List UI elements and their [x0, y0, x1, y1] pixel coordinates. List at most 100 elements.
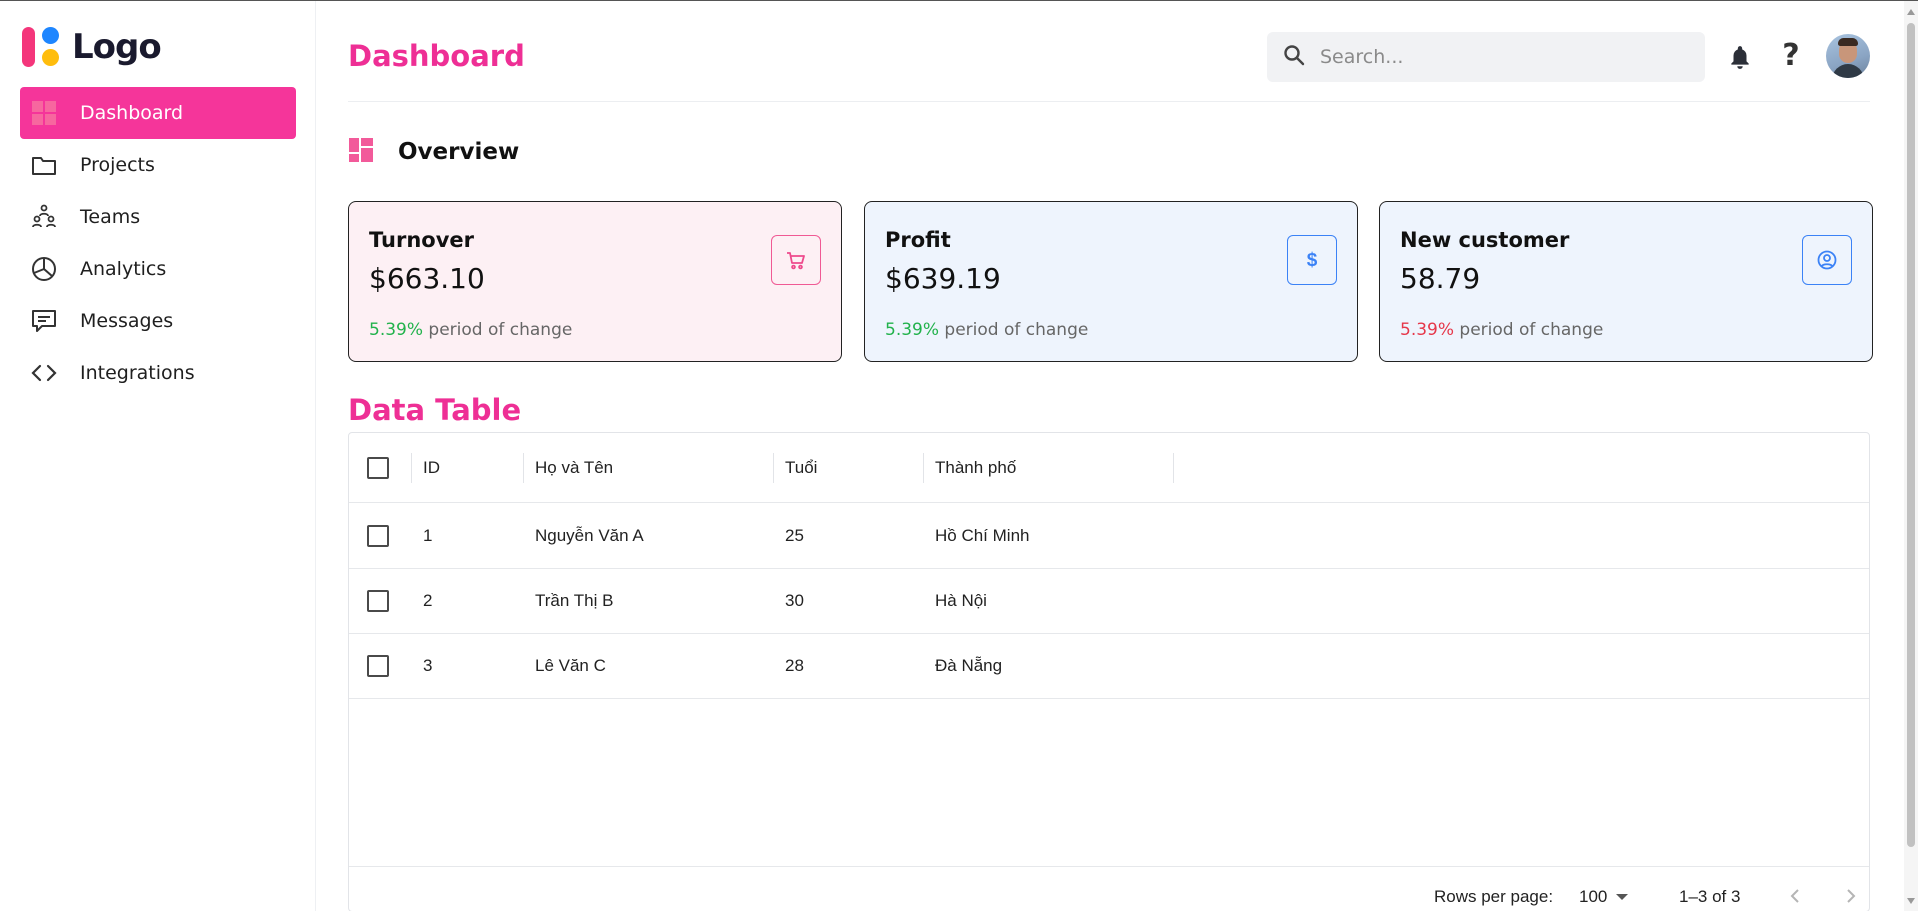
cell-id: 3 [423, 656, 433, 675]
search-icon [1283, 44, 1305, 70]
notification-bell-icon[interactable] [1725, 42, 1755, 72]
change-text: period of change [944, 320, 1089, 340]
sidebar-item-messages[interactable]: Messages [20, 295, 296, 347]
cell-id: 2 [423, 591, 433, 610]
sidebar-item-label: Dashboard [80, 102, 184, 124]
sidebar-item-label: Teams [80, 206, 141, 228]
user-circle-icon[interactable] [1802, 235, 1852, 285]
sidebar-item-analytics[interactable]: Analytics [20, 243, 296, 295]
scrollbar-thumb[interactable] [1907, 23, 1915, 847]
top-header: Dashboard ? [348, 1, 1870, 102]
select-all-checkbox[interactable] [367, 456, 389, 479]
stat-card-new-customer: New customer 58.79 5.39% period of chang… [1379, 201, 1873, 362]
stat-card-turnover: Turnover $663.10 5.39% period of change [348, 201, 842, 362]
cell-city: Hồ Chí Minh [935, 525, 1030, 545]
row-select-cell [367, 569, 389, 633]
overview-title: Overview [398, 139, 520, 165]
table-header-row: ID Họ và Tên Tuổi Thành phố [349, 433, 1869, 503]
dashboard-icon [30, 99, 58, 127]
search-box[interactable] [1267, 32, 1705, 82]
card-change: 5.39% period of change [369, 320, 572, 340]
code-icon [30, 359, 58, 387]
user-avatar[interactable] [1826, 34, 1870, 78]
cell-id: 1 [423, 525, 433, 545]
column-separator [923, 453, 924, 483]
card-title: New customer [1400, 228, 1570, 252]
cell-city: Đà Nẵng [935, 656, 1003, 675]
data-table: ID Họ và Tên Tuổi Thành phố 1 Nguyễn Văn… [348, 432, 1870, 911]
overview-dashboard-icon [348, 137, 374, 167]
rows-per-page-select[interactable]: 100 [1579, 887, 1607, 907]
cell-city: Hà Nội [935, 591, 987, 610]
cell-name: Nguyễn Văn A [535, 525, 644, 545]
sidebar-item-label: Integrations [80, 362, 195, 384]
caret-down-icon[interactable] [1616, 894, 1628, 900]
sidebar-item-teams[interactable]: Teams [20, 191, 296, 243]
main-content: Dashboard ? Overview Turnover $663.10 5.… [348, 1, 1873, 911]
teams-icon [30, 203, 58, 231]
scroll-down-icon[interactable] [1907, 898, 1915, 904]
cell-age: 28 [785, 656, 804, 675]
row-checkbox[interactable] [367, 655, 389, 677]
logo-text: Logo [72, 27, 162, 67]
table-pagination: Rows per page: 100 1–3 of 3 [349, 866, 1869, 911]
scroll-up-icon[interactable] [1907, 9, 1915, 15]
change-text: period of change [1459, 320, 1604, 340]
table-row[interactable]: 2 Trần Thị B 30 Hà Nội [349, 569, 1869, 634]
page-title: Dashboard [348, 39, 525, 73]
stat-cards: Turnover $663.10 5.39% period of change … [348, 201, 1873, 362]
message-icon [30, 307, 58, 335]
pie-chart-icon [30, 255, 58, 283]
column-header-city[interactable]: Thành phố [935, 433, 1016, 502]
row-select-cell [367, 634, 389, 698]
cell-age: 30 [785, 591, 804, 610]
vertical-scrollbar[interactable] [1904, 1, 1918, 911]
column-separator [411, 453, 412, 483]
card-title: Profit [885, 228, 951, 252]
sidebar-item-integrations[interactable]: Integrations [20, 347, 296, 399]
cell-name: Lê Văn C [535, 656, 606, 675]
card-title: Turnover [369, 228, 474, 252]
cell-name: Trần Thị B [535, 591, 614, 610]
row-checkbox[interactable] [367, 590, 389, 612]
cart-icon[interactable] [771, 235, 821, 285]
overview-header: Overview [348, 137, 519, 167]
column-header-name[interactable]: Họ và Tên [535, 433, 613, 502]
card-value: $639.19 [885, 262, 1001, 295]
sidebar-item-dashboard[interactable]: Dashboard [20, 87, 296, 139]
dollar-icon[interactable]: $ [1287, 235, 1337, 285]
card-value: 58.79 [1400, 262, 1481, 295]
column-separator [1173, 453, 1174, 483]
card-change: 5.39% period of change [1400, 320, 1603, 340]
card-value: $663.10 [369, 262, 485, 295]
column-separator [523, 453, 524, 483]
search-input[interactable] [1320, 46, 1680, 68]
table-row[interactable]: 3 Lê Văn C 28 Đà Nẵng [349, 634, 1869, 699]
sidebar-item-projects[interactable]: Projects [20, 139, 296, 191]
change-percent: 5.39% [1400, 320, 1455, 340]
sidebar-item-label: Analytics [80, 258, 167, 280]
change-text: period of change [428, 320, 573, 340]
column-header-age[interactable]: Tuổi [785, 433, 817, 502]
rows-per-page-label: Rows per page: [1434, 887, 1554, 906]
change-percent: 5.39% [369, 320, 424, 340]
row-select-cell [367, 503, 389, 568]
logo-mark-icon [22, 27, 62, 67]
row-checkbox[interactable] [367, 524, 389, 547]
sidebar-item-label: Projects [80, 154, 155, 176]
select-all-cell [367, 433, 389, 502]
data-table-title: Data Table [348, 393, 522, 427]
help-icon[interactable]: ? [1776, 38, 1806, 74]
next-page-icon[interactable] [1837, 883, 1863, 909]
folder-icon [30, 151, 58, 179]
sidebar-nav: Dashboard Projects Teams Analytics Messa… [20, 87, 296, 399]
column-header-id[interactable]: ID [423, 433, 440, 502]
stat-card-profit: Profit $639.19 5.39% period of change $ [864, 201, 1358, 362]
table-row[interactable]: 1 Nguyễn Văn A 25 Hồ Chí Minh [349, 503, 1869, 569]
svg-text:$: $ [1307, 250, 1318, 271]
cell-age: 25 [785, 525, 804, 545]
prev-page-icon[interactable] [1783, 883, 1809, 909]
pagination-range: 1–3 of 3 [1679, 887, 1741, 906]
sidebar-item-label: Messages [80, 310, 174, 332]
logo[interactable]: Logo [22, 27, 162, 67]
